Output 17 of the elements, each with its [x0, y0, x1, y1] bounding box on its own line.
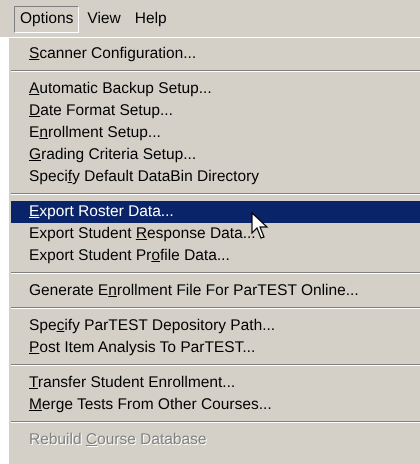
menu-item[interactable]: Date Format Setup... — [11, 100, 420, 122]
menu-bar-item[interactable]: Help — [128, 6, 173, 33]
menu-item[interactable]: Scanner Configuration... — [11, 43, 420, 65]
menu-item[interactable]: Grading Criteria Setup... — [11, 144, 420, 166]
menu-item[interactable]: Automatic Backup Setup... — [11, 78, 420, 100]
menu-item[interactable]: Specify Default DataBin Directory — [11, 166, 420, 188]
menu-item[interactable]: Transfer Student Enrollment... — [11, 372, 420, 394]
menu-item[interactable]: Enrollment Setup... — [11, 122, 420, 144]
menu-bar-item[interactable]: View — [81, 6, 127, 33]
menu-bar-item[interactable]: Options — [14, 6, 80, 33]
menu-item[interactable]: Export Student Profile Data... — [11, 245, 420, 267]
menu-item[interactable]: Specify ParTEST Depository Path... — [11, 315, 420, 337]
menu-item[interactable]: Export Student Response Data... — [11, 223, 420, 245]
menu-item[interactable]: Export Roster Data... — [11, 201, 420, 223]
menu-item[interactable]: Generate Enrollment File For ParTEST Online... — [11, 280, 420, 302]
menu-item[interactable]: Merge Tests From Other Courses... — [11, 394, 420, 416]
menu-item[interactable]: Post Item Analysis To ParTEST... — [11, 337, 420, 359]
